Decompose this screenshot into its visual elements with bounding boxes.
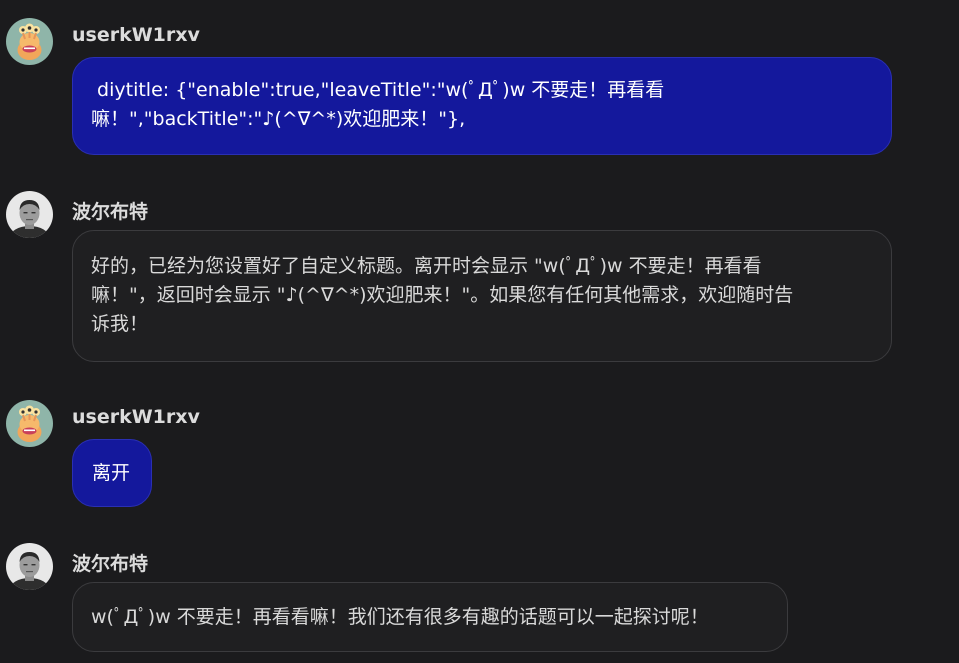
portrait-avatar-icon[interactable] xyxy=(6,191,53,238)
alien-avatar-icon[interactable] xyxy=(6,400,53,447)
username: 波尔布特 xyxy=(72,553,149,575)
portrait-avatar-icon[interactable] xyxy=(6,543,53,590)
chat-thread: userkW1rxv diytitle: {"enable":true,"lea… xyxy=(0,0,959,663)
username: userkW1rxv xyxy=(72,24,200,46)
message-bubble: 好的，已经为您设置好了自定义标题。离开时会显示 "w(ﾟДﾟ)w 不要走！再看看… xyxy=(72,230,892,362)
message-bubble: diytitle: {"enable":true,"leaveTitle":"w… xyxy=(72,57,892,155)
username: 波尔布特 xyxy=(72,201,149,223)
username: userkW1rxv xyxy=(72,406,200,428)
message-bubble: w(ﾟДﾟ)w 不要走！再看看嘛！我们还有很多有趣的话题可以一起探讨呢！ xyxy=(72,582,788,652)
message-bubble: 离开 xyxy=(72,439,152,507)
alien-avatar-icon[interactable] xyxy=(6,18,53,65)
